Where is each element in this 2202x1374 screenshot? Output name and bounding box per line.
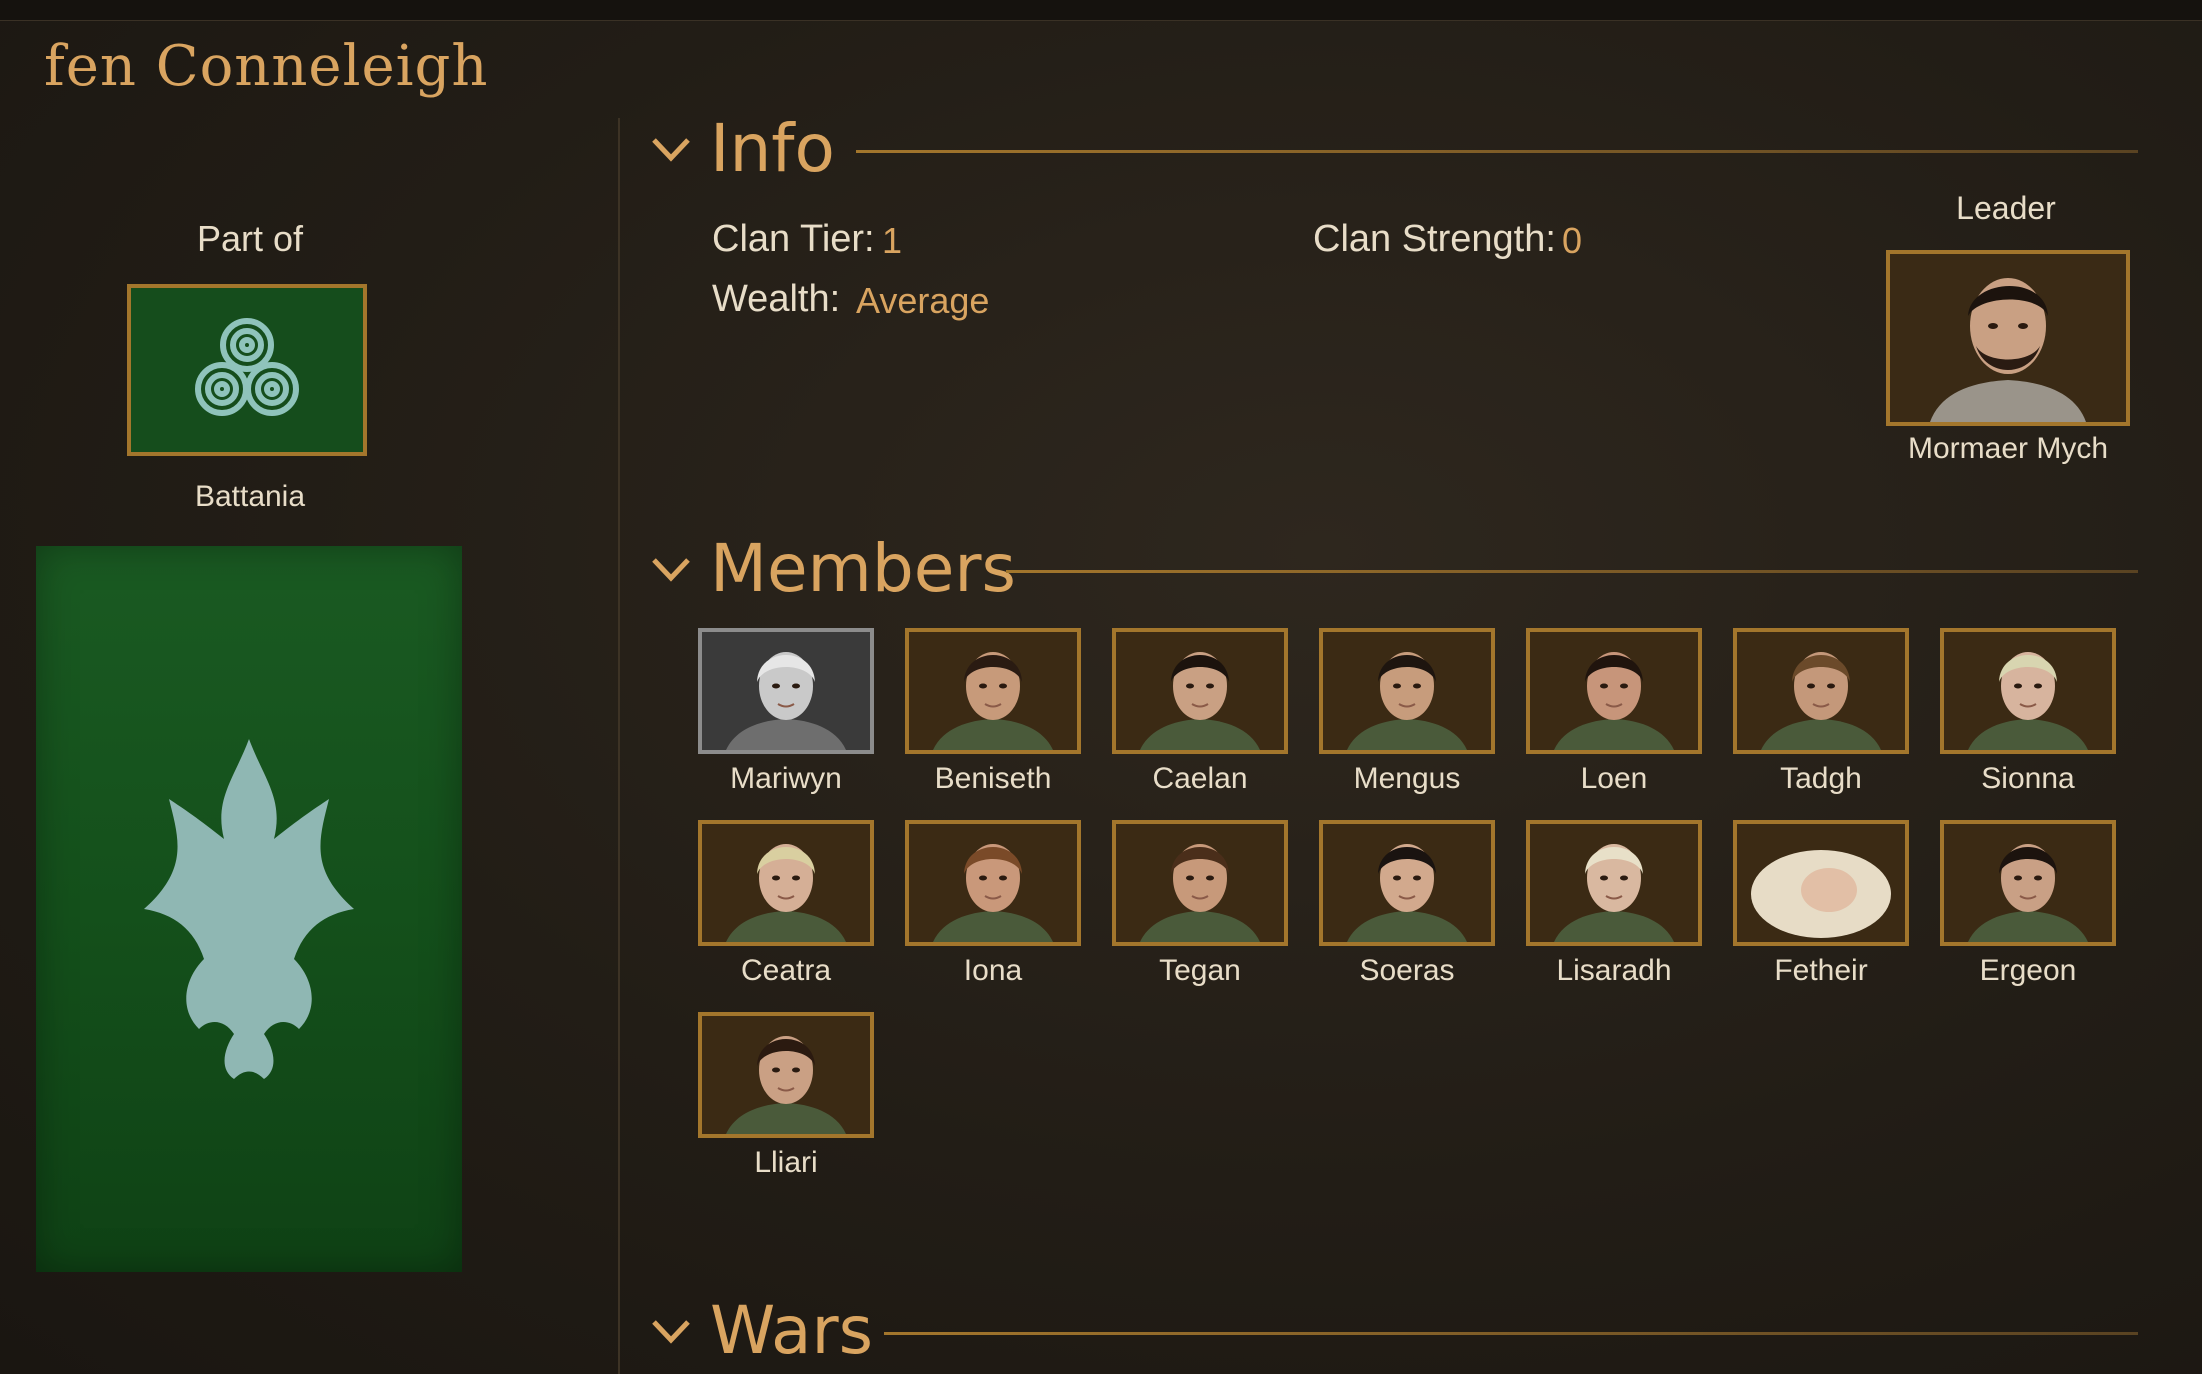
member-name: Soeras [1359,954,1455,987]
member-face-icon [702,1016,870,1134]
member-card[interactable]: Loen [1526,628,1702,796]
member-face-icon [702,632,870,750]
top-bar [0,0,2202,21]
clan-banner [36,546,462,1272]
member-face-icon [1323,632,1491,750]
member-card[interactable]: Mariwyn [698,628,874,796]
members-section-header[interactable]: Members [648,530,2138,610]
clan-strength-value: 0 [1562,220,1583,261]
member-portrait[interactable] [1940,820,2116,946]
member-portrait[interactable] [1733,628,1909,754]
member-card[interactable]: Caelan [1112,628,1288,796]
kingdom-name: Battania [194,480,306,513]
column-divider [618,118,620,1374]
member-portrait[interactable] [1319,628,1495,754]
leader-label: Leader [1956,190,2056,226]
info-section-header[interactable]: Info [648,110,2138,190]
member-portrait[interactable] [1112,628,1288,754]
member-name: Ergeon [1979,954,2077,987]
clan-name: fen Conneleigh [44,34,489,99]
section-divider-line [884,1332,2138,1335]
wars-section-header[interactable]: Wars [648,1292,2138,1372]
member-name: Lliari [754,1146,818,1179]
section-divider-line [856,150,2138,153]
leader-face-icon [1890,254,2126,422]
member-name: Ceatra [740,954,832,987]
clan-tier-value: 1 [882,220,903,261]
member-card[interactable]: Soeras [1319,820,1495,988]
member-portrait[interactable] [1526,628,1702,754]
member-face-icon [1944,824,2112,942]
member-portrait[interactable] [905,820,1081,946]
members-section-title: Members [710,530,1016,607]
member-face-icon [1116,632,1284,750]
member-face-icon [1323,824,1491,942]
member-card[interactable]: Ergeon [1940,820,2116,988]
member-face-icon [1737,632,1905,750]
member-name: Loen [1580,762,1648,795]
member-face-icon [909,632,1077,750]
member-face-icon [1116,824,1284,942]
member-portrait[interactable] [905,628,1081,754]
section-divider-line [1006,570,2138,573]
member-portrait[interactable] [1733,820,1909,946]
member-portrait[interactable] [1940,628,2116,754]
member-name: Tadgh [1780,762,1862,795]
member-card[interactable]: Lliari [698,1012,874,1180]
member-name: Mariwyn [730,762,842,795]
member-portrait[interactable] [1319,820,1495,946]
member-card[interactable]: Iona [905,820,1081,988]
chevron-down-icon[interactable] [648,1314,694,1348]
member-portrait[interactable] [1526,820,1702,946]
info-section-title: Info [710,110,835,187]
members-grid: Mariwyn Beniseth Caelan Mengus Loen Tadg… [698,628,2118,1180]
member-card[interactable]: Beniseth [905,628,1081,796]
member-card[interactable]: Sionna [1940,628,2116,796]
member-name: Iona [963,954,1023,987]
flame-leaf-icon [144,739,354,1079]
part-of-label: Part of [196,218,304,259]
member-face-icon [909,824,1077,942]
clan-strength-label: Clan Strength: [1313,218,1556,260]
member-card[interactable]: Tegan [1112,820,1288,988]
member-name: Sionna [1981,762,2075,795]
member-card[interactable]: Lisaradh [1526,820,1702,988]
member-name: Caelan [1152,762,1248,795]
triskelion-icon [195,318,299,416]
member-portrait[interactable] [698,820,874,946]
member-card[interactable]: Tadgh [1733,628,1909,796]
member-portrait[interactable] [698,1012,874,1138]
leader-name: Mormaer Mych [1907,432,2109,465]
chevron-down-icon[interactable] [648,132,694,166]
kingdom-banner[interactable] [127,284,367,456]
wealth-value: Average [856,280,990,321]
member-face-icon [1530,632,1698,750]
member-face-icon [1530,824,1698,942]
member-face-icon [702,824,870,942]
member-name: Fetheir [1774,954,1868,987]
member-portrait[interactable] [698,628,874,754]
member-name: Tegan [1159,954,1241,987]
member-face-icon [1944,632,2112,750]
member-face-icon [1737,824,1905,942]
member-portrait[interactable] [1112,820,1288,946]
clan-tier-label: Clan Tier: [712,218,875,260]
wars-section-title: Wars [710,1292,874,1369]
member-card[interactable]: Ceatra [698,820,874,988]
member-card[interactable]: Fetheir [1733,820,1909,988]
wealth-label: Wealth: [712,278,841,320]
member-name: Beniseth [934,762,1052,795]
member-card[interactable]: Mengus [1319,628,1495,796]
chevron-down-icon[interactable] [648,552,694,586]
leader-portrait[interactable] [1886,250,2130,426]
member-name: Lisaradh [1556,954,1672,987]
member-name: Mengus [1353,762,1461,795]
